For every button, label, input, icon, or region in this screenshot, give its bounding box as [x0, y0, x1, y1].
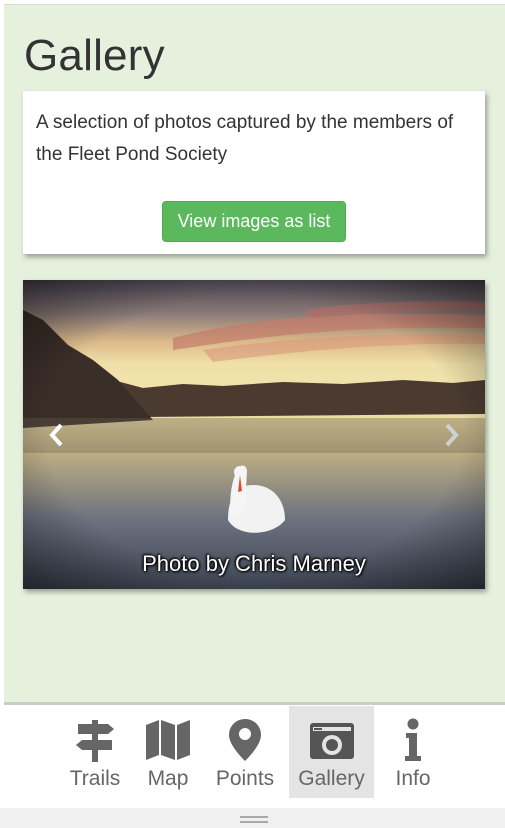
- chevron-left-icon: [49, 423, 63, 447]
- page-title: Gallery: [24, 31, 165, 80]
- map-icon: [146, 720, 190, 760]
- tab-bar: Trails Map Points Gallery Info: [4, 705, 505, 805]
- photo-carousel[interactable]: Photo by Chris Marney: [23, 280, 485, 589]
- view-list-button[interactable]: View images as list: [162, 201, 346, 242]
- bottom-handle-bar: [0, 808, 505, 828]
- chevron-right-icon: [445, 423, 459, 447]
- tab-map[interactable]: Map: [142, 706, 194, 798]
- signpost-icon: [76, 720, 114, 762]
- tab-trails[interactable]: Trails: [64, 706, 126, 798]
- carousel-next-button[interactable]: [431, 418, 471, 452]
- carousel-prev-button[interactable]: [37, 418, 77, 452]
- tab-points[interactable]: Points: [210, 706, 280, 798]
- tab-trails-label: Trails: [69, 767, 121, 790]
- map-marker-icon: [229, 719, 261, 761]
- photo-caption: Photo by Chris Marney: [142, 551, 366, 576]
- tab-info[interactable]: Info: [388, 706, 438, 798]
- tab-map-label: Map: [147, 767, 189, 790]
- drag-handle-icon[interactable]: [240, 816, 268, 826]
- tab-gallery-label: Gallery: [298, 767, 365, 790]
- app-content: Gallery A selection of photos captured b…: [4, 4, 505, 702]
- camera-icon: [309, 723, 354, 759]
- tab-points-label: Points: [215, 767, 275, 790]
- gallery-description: A selection of photos captured by the me…: [36, 112, 454, 165]
- intro-card: A selection of photos captured by the me…: [23, 91, 485, 254]
- info-icon: [405, 718, 421, 761]
- tab-gallery[interactable]: Gallery: [289, 706, 374, 798]
- tab-info-label: Info: [395, 767, 431, 790]
- gallery-photo: [23, 280, 485, 589]
